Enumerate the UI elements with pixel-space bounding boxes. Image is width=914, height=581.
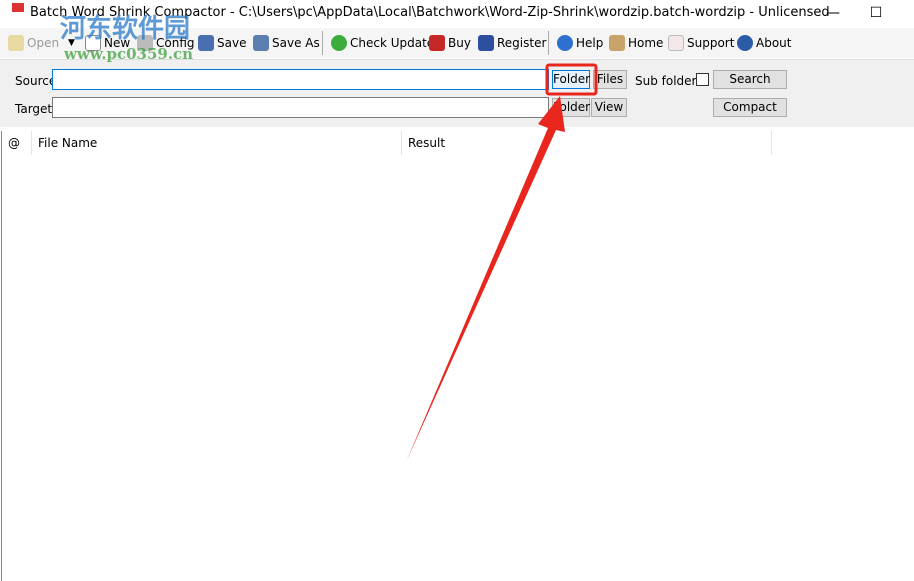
- highlight-box: [545, 63, 598, 96]
- arrow-annotation: [406, 96, 565, 462]
- annotation-overlay: [406, 63, 598, 462]
